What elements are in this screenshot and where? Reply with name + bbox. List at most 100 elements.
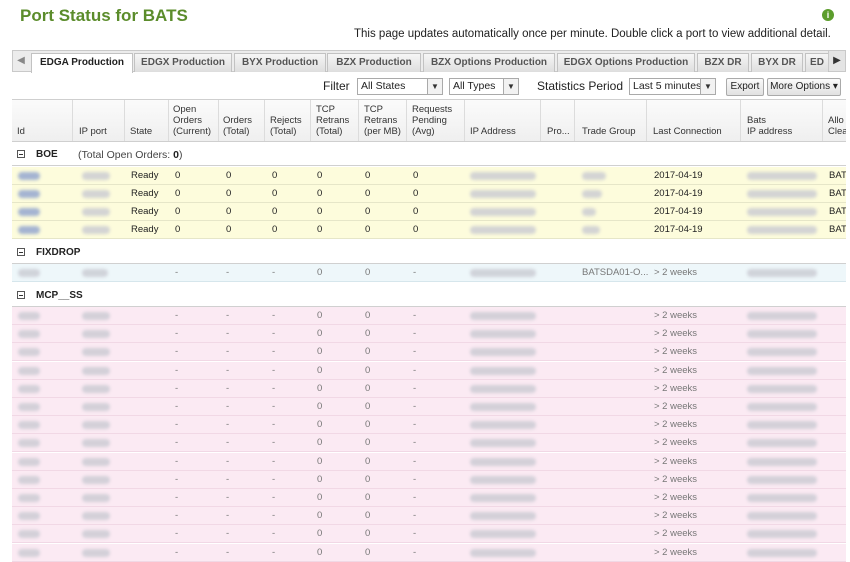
help-icon[interactable]: i xyxy=(822,9,834,21)
col-last-connection[interactable]: Last Connection xyxy=(653,126,722,137)
group-name: BOE xyxy=(36,149,58,160)
group-header-mcp-ss[interactable]: MCP__SS xyxy=(12,285,846,307)
cell-tcp-total: 0 xyxy=(317,364,323,376)
state-filter-select[interactable]: All States ▼ xyxy=(357,78,443,95)
table-row[interactable]: - - - 0 0 - > 2 weeks xyxy=(12,343,846,362)
cell-last: > 2 weeks xyxy=(654,455,698,467)
col-bats-ip-address[interactable]: Bats IP address xyxy=(747,115,792,137)
tab-byx-dr[interactable]: BYX DR xyxy=(751,53,803,72)
cell-orders: 0 xyxy=(226,188,232,199)
group-total-open-orders: (Total Open Orders: 0) xyxy=(78,149,183,161)
cell-tcp-total: 0 xyxy=(317,188,323,199)
cell-req: - xyxy=(413,473,417,485)
redacted-value xyxy=(18,548,40,557)
redacted-value xyxy=(747,494,817,502)
col-tcp-retrans-total[interactable]: TCP Retrans (Total) xyxy=(316,104,349,137)
cell-tcp-mb: 0 xyxy=(365,382,371,394)
tab-scroll-right-icon[interactable]: ▶ xyxy=(828,51,845,71)
exchange-tab-bar: ◀ EDGA Production EDGX Production BYX Pr… xyxy=(12,50,846,73)
table-row[interactable]: - - - 0 0 - > 2 weeks xyxy=(12,525,846,544)
tab-edgx-production[interactable]: EDGX Production xyxy=(134,53,232,72)
tab-edga-production[interactable]: EDGA Production xyxy=(31,53,133,73)
col-trade-group[interactable]: Trade Group xyxy=(582,126,636,137)
collapse-icon[interactable] xyxy=(17,150,25,158)
cell-req: - xyxy=(413,437,417,449)
table-row[interactable]: - - - 0 0 - > 2 weeks xyxy=(12,489,846,507)
col-state[interactable]: State xyxy=(130,126,152,137)
cell-tcp-mb: 0 xyxy=(365,510,371,522)
redacted-value xyxy=(82,530,110,539)
table-row[interactable]: - - - 0 0 - > 2 weeks xyxy=(12,361,846,380)
cell-tcp-total: 0 xyxy=(317,437,323,449)
cell-last: > 2 weeks xyxy=(654,510,698,522)
col-rejects-total[interactable]: Rejects (Total) xyxy=(270,115,302,137)
table-row[interactable]: - - - 0 0 - > 2 weeks xyxy=(12,452,846,471)
table-row[interactable]: Ready 0 0 0 0 0 0 2017-04-19 BAT xyxy=(12,221,846,239)
table-row[interactable]: - - - 0 0 - > 2 weeks xyxy=(12,325,846,344)
col-id[interactable]: Id xyxy=(17,126,25,137)
tab-edgx-options-production[interactable]: EDGX Options Production xyxy=(557,53,695,72)
cell-open: - xyxy=(175,455,179,467)
tab-bzx-production[interactable]: BZX Production xyxy=(327,53,421,72)
redacted-value xyxy=(747,512,817,521)
tab-byx-production[interactable]: BYX Production xyxy=(234,53,326,72)
cell-req: - xyxy=(413,528,417,540)
cell-open: - xyxy=(175,546,179,558)
table-row[interactable]: - - - 0 0 - > 2 weeks xyxy=(12,434,846,453)
col-requests-pending[interactable]: Requests Pending (Avg) xyxy=(412,104,452,137)
more-options-button[interactable]: More Options ▾ xyxy=(767,78,841,96)
cell-req: - xyxy=(413,364,417,376)
cell-req: - xyxy=(413,310,417,321)
table-row[interactable]: - - - 0 0 - > 2 weeks xyxy=(12,470,846,489)
type-filter-select[interactable]: All Types ▼ xyxy=(449,78,519,95)
cell-orders: - xyxy=(226,546,230,558)
table-row[interactable]: - - - 0 0 - > 2 weeks xyxy=(12,507,846,526)
group-header-boe[interactable]: BOE (Total Open Orders: 0) xyxy=(12,144,846,166)
cell-tcp-total: 0 xyxy=(317,419,323,431)
col-allo-clea[interactable]: Allo Clea xyxy=(828,115,846,137)
tab-bzx-dr[interactable]: BZX DR xyxy=(697,53,749,72)
col-open-orders[interactable]: Open Orders (Current) xyxy=(173,104,211,137)
cell-orders: - xyxy=(226,473,230,485)
cell-open: 0 xyxy=(175,188,181,199)
cell-req: - xyxy=(413,382,417,394)
table-row[interactable]: Ready 0 0 0 0 0 0 2017-04-19 BAT xyxy=(12,185,846,203)
cell-tcp-total: 0 xyxy=(317,328,323,340)
tab-ed-partial[interactable]: ED xyxy=(805,53,829,72)
export-button[interactable]: Export xyxy=(726,78,764,96)
table-row[interactable]: - - - 0 0 - BATSDA01-O... > 2 weeks xyxy=(12,264,846,282)
tab-scroll-left-icon[interactable]: ◀ xyxy=(13,51,29,71)
tab-bzx-options-production[interactable]: BZX Options Production xyxy=(423,53,555,72)
cell-tcp-mb: 0 xyxy=(365,546,371,558)
table-row[interactable]: Ready 0 0 0 0 0 0 2017-04-19 BAT xyxy=(12,203,846,221)
table-row[interactable]: - - - 0 0 - > 2 weeks xyxy=(12,379,846,398)
redacted-value xyxy=(18,421,40,430)
redacted-value xyxy=(582,226,600,234)
collapse-icon[interactable] xyxy=(17,248,25,256)
col-ip-port[interactable]: IP port xyxy=(79,126,107,137)
table-row[interactable]: - - - 0 0 - > 2 weeks xyxy=(12,307,846,325)
redacted-value xyxy=(18,530,40,539)
col-ip-address[interactable]: IP Address xyxy=(470,126,516,137)
collapse-icon[interactable] xyxy=(17,291,25,299)
table-row[interactable]: - - - 0 0 - > 2 weeks xyxy=(12,416,846,435)
col-orders-total[interactable]: Orders (Total) xyxy=(223,115,252,137)
cell-last: > 2 weeks xyxy=(654,473,698,485)
cell-req: 0 xyxy=(413,170,419,181)
table-row[interactable]: Ready 0 0 0 0 0 0 2017-04-19 BAT xyxy=(12,167,846,185)
group-header-fixdrop[interactable]: FIXDROP xyxy=(12,242,846,264)
statistics-period-select[interactable]: Last 5 minutes ▼ xyxy=(629,78,716,95)
cell-rejects: - xyxy=(272,510,276,522)
table-row[interactable]: - - - 0 0 - > 2 weeks xyxy=(12,398,846,416)
redacted-value xyxy=(470,530,536,539)
cell-tcp-mb: 0 xyxy=(365,328,371,340)
cell-rejects: - xyxy=(272,364,276,376)
cell-open: 0 xyxy=(175,206,181,217)
col-protocol[interactable]: Pro... xyxy=(547,126,570,137)
cell-last: > 2 weeks xyxy=(654,419,698,431)
cell-open: 0 xyxy=(175,224,181,235)
redacted-value xyxy=(470,457,536,466)
cell-rejects: - xyxy=(272,437,276,449)
col-tcp-retrans-per-mb[interactable]: TCP Retrans (per MB) xyxy=(364,104,401,137)
redacted-value xyxy=(582,172,606,180)
